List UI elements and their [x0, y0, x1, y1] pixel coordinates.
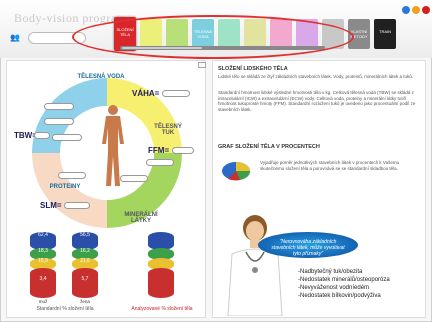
water-label: TĚLESNÁ VODA	[77, 74, 125, 80]
users-icon[interactable]: 👥	[10, 33, 24, 43]
symptom-item: -Nedostatek bílkovin/podvýživa	[298, 293, 381, 299]
composition-details: Standardní hmotnost lidské výsledné hmot…	[218, 90, 416, 112]
tbw-kg-input[interactable]	[52, 134, 82, 141]
mineral-input[interactable]	[120, 175, 148, 182]
fat-input[interactable]	[146, 159, 174, 166]
symptom-item: -Nevyváženost vodníedém	[298, 285, 370, 291]
ecw-input[interactable]	[44, 118, 74, 125]
highlight-oval	[72, 15, 354, 59]
fat-label: TĚLESNÝ TUK	[154, 124, 182, 136]
ffm-label: FFM=	[148, 146, 170, 155]
mineral-label: MINERÁLNÍ LÁTKY	[124, 212, 158, 224]
symptom-item: -Nedostatek minerálů/osteoporóza	[298, 277, 390, 283]
composition-title: SLOŽENÍ LIDSKÉHO TĚLA	[218, 66, 288, 72]
vaha-label: VÁHA=	[132, 89, 160, 98]
male-mineral-segment: 3,4	[30, 268, 56, 298]
icw-input[interactable]	[44, 103, 74, 110]
composition-intro: Lidské tělo se skládá ze čtyř základních…	[218, 74, 414, 79]
pie-chart-icon	[222, 162, 251, 181]
female-label: žena	[80, 299, 90, 304]
protein-label: PROTEINY	[49, 184, 81, 190]
slm-label: SLM=	[40, 201, 62, 210]
vaha-input[interactable]	[162, 90, 190, 97]
close-button[interactable]	[422, 6, 430, 14]
minimize-button[interactable]	[412, 6, 420, 14]
tbw-input[interactable]	[34, 132, 50, 139]
protein-input[interactable]	[58, 172, 86, 179]
help-button[interactable]	[402, 6, 410, 14]
analyzed-mineral-segment	[148, 268, 174, 298]
warning-bubble: "Nerovnováha základních stavebních látek…	[258, 232, 358, 258]
ffm-input[interactable]	[172, 147, 194, 154]
male-label: muž	[38, 299, 48, 304]
standard-composition-label: Standardní % složení těla	[36, 306, 94, 312]
percent-graph-title: GRAF SLOŽENÍ TĚLA V PROCENTECH	[218, 144, 320, 150]
analyzed-composition-label: Analyzované % složení těla	[131, 306, 193, 312]
percent-graph-desc: Vyjadřuje poměr jednotlivých stavebních …	[260, 160, 400, 171]
tab-11[interactable]: TRAIN	[374, 19, 396, 49]
symptom-item: -Nadbytečný tuk/obezita	[298, 269, 363, 275]
symptom-list: -Nadbytečný tuk/obezita -Nedostatek mine…	[298, 268, 390, 300]
female-mineral-segment: 5,7	[72, 268, 98, 298]
window-controls	[402, 6, 430, 14]
doctor-image	[227, 215, 283, 316]
slm-input[interactable]	[64, 202, 90, 209]
